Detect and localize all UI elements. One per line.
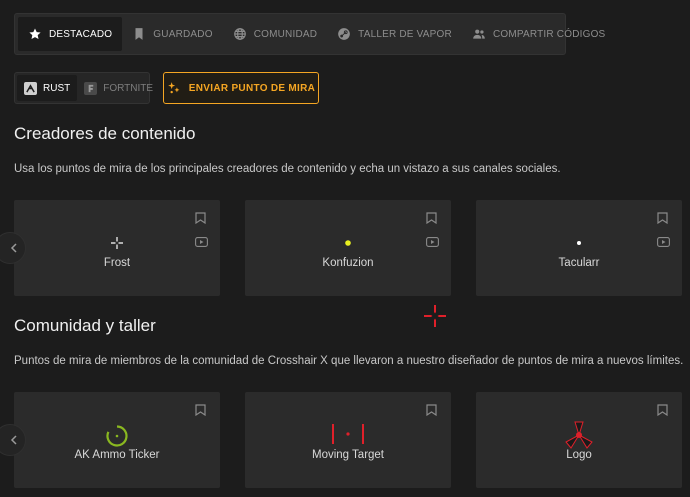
tab-steam-workshop-label: TALLER DE VAPOR bbox=[358, 28, 452, 40]
tab-community[interactable]: COMUNIDAD bbox=[223, 17, 327, 51]
tab-saved-label: GUARDADO bbox=[153, 28, 213, 40]
bookmark-icon[interactable] bbox=[657, 404, 668, 416]
crosshair-card-ak-ammo-ticker[interactable]: AK Ammo Ticker bbox=[14, 392, 220, 488]
crosshair-card-name: Logo bbox=[566, 449, 592, 461]
game-rust[interactable]: RUST bbox=[17, 75, 78, 101]
users-icon bbox=[473, 29, 485, 39]
bookmark-icon[interactable] bbox=[195, 404, 206, 416]
crosshair-preview-frost bbox=[111, 237, 123, 249]
tab-share-codes-label: COMPARTIR CÓDIGOS bbox=[492, 28, 606, 40]
main-tab-bar: DESTACADO GUARDADO COMUNIDAD TALLER DE V… bbox=[14, 13, 605, 55]
bookmark-icon[interactable] bbox=[426, 212, 437, 224]
crosshair-preview-logo bbox=[565, 421, 593, 449]
creators-section-description: Usa los puntos de mira de los principale… bbox=[14, 163, 561, 175]
bookmark-icon bbox=[135, 28, 143, 40]
submit-crosshair-label: ENVIAR PUNTO DE MIRA bbox=[188, 82, 316, 94]
rust-logo-icon bbox=[24, 81, 37, 95]
youtube-icon[interactable] bbox=[195, 237, 208, 247]
crosshair-preview-konfuzion bbox=[345, 240, 351, 246]
crosshair-card-logo[interactable]: Logo bbox=[476, 392, 682, 488]
crosshair-card-name: AK Ammo Ticker bbox=[74, 449, 160, 461]
crosshair-card-name: Tacularr bbox=[558, 257, 600, 269]
tab-steam-workshop[interactable]: TALLER DE VAPOR bbox=[327, 17, 462, 51]
star-icon bbox=[29, 28, 41, 40]
tab-featured[interactable]: DESTACADO bbox=[18, 17, 123, 51]
community-section-description: Puntos de mira de miembros de la comunid… bbox=[14, 355, 684, 367]
game-fortnite[interactable]: FORTNITE bbox=[77, 75, 160, 101]
crosshair-preview-ak-ammo-ticker bbox=[106, 425, 128, 447]
tab-featured-label: DESTACADO bbox=[49, 28, 113, 40]
crosshair-card-moving-target[interactable]: Moving Target bbox=[245, 392, 451, 488]
crosshair-card-frost[interactable]: Frost bbox=[14, 200, 220, 296]
bookmark-icon[interactable] bbox=[195, 212, 206, 224]
community-section-title: Comunidad y taller bbox=[14, 316, 156, 335]
game-fortnite-label: FORTNITE bbox=[103, 82, 154, 94]
tab-saved[interactable]: GUARDADO bbox=[122, 17, 222, 51]
globe-icon bbox=[233, 28, 246, 40]
chevron-left-icon bbox=[10, 243, 17, 253]
tab-community-label: COMUNIDAD bbox=[253, 28, 318, 40]
crosshair-preview-tacularr bbox=[577, 241, 581, 245]
crosshair-card-name: Konfuzion bbox=[322, 257, 374, 269]
youtube-icon[interactable] bbox=[657, 237, 670, 247]
crosshair-card-name: Frost bbox=[103, 257, 131, 269]
chevron-left-icon bbox=[10, 435, 17, 445]
tab-share-codes[interactable]: COMPARTIR CÓDIGOS bbox=[462, 17, 615, 51]
youtube-icon[interactable] bbox=[426, 237, 439, 247]
game-rust-label: RUST bbox=[43, 82, 71, 94]
crosshair-sparkle-icon bbox=[167, 82, 180, 94]
creators-section-title: Creadores de contenido bbox=[14, 124, 196, 143]
crosshair-card-konfuzion[interactable]: Konfuzion bbox=[245, 200, 451, 296]
crosshair-card-tacularr[interactable]: Tacularr bbox=[476, 200, 682, 296]
crosshair-cursor-icon bbox=[424, 305, 446, 327]
bookmark-icon[interactable] bbox=[657, 212, 668, 224]
crosshair-preview-moving-target bbox=[332, 424, 364, 444]
crosshair-card-name: Moving Target bbox=[311, 449, 385, 461]
submit-crosshair-button[interactable]: ENVIAR PUNTO DE MIRA bbox=[163, 72, 319, 104]
bookmark-icon[interactable] bbox=[426, 404, 437, 416]
steam-icon bbox=[338, 28, 350, 40]
game-selector: RUST FORTNITE bbox=[14, 72, 153, 104]
fortnite-logo-icon bbox=[84, 81, 98, 95]
